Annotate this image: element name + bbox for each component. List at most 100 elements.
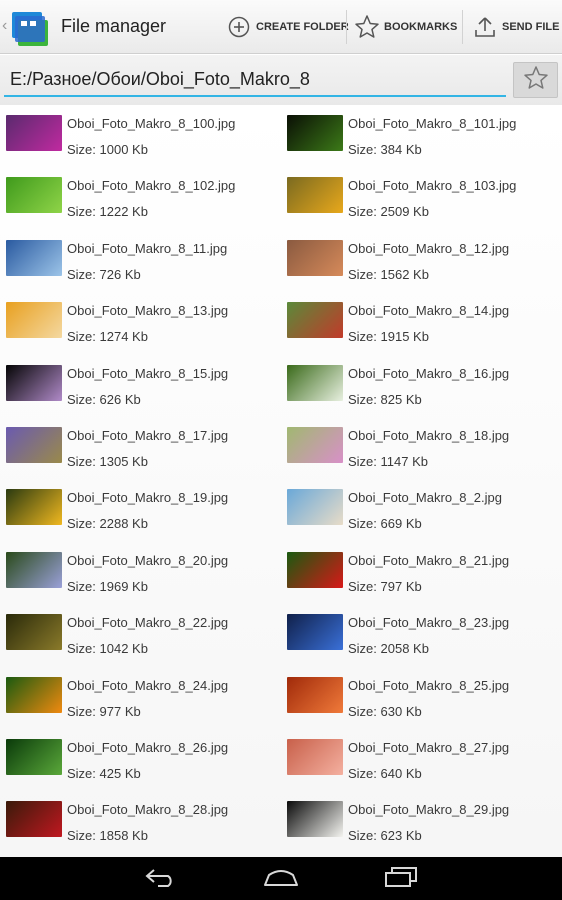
add-circle-icon — [226, 14, 252, 40]
file-size: Size: 1222 Kb — [67, 204, 148, 220]
file-name: Oboi_Foto_Makro_8_14.jpg — [348, 303, 510, 319]
file-size: Size: 669 Kb — [348, 516, 422, 532]
file-thumbnail — [287, 302, 343, 339]
file-size: Size: 1858 Kb — [67, 828, 148, 844]
divider — [346, 10, 347, 44]
file-thumbnail — [287, 177, 343, 214]
file-size: Size: 1274 Kb — [67, 329, 148, 345]
file-size: Size: 623 Kb — [348, 828, 422, 844]
file-item[interactable]: Oboi_Foto_Makro_8_26.jpg Size: 425 Kb — [0, 731, 281, 793]
bookmarks-button[interactable]: BOOKMARKS — [354, 0, 457, 54]
file-item[interactable]: Oboi_Foto_Makro_8_21.jpg Size: 797 Kb — [281, 544, 562, 606]
file-name: Oboi_Foto_Makro_8_26.jpg — [67, 739, 229, 755]
file-item[interactable]: Oboi_Foto_Makro_8_18.jpg Size: 1147 Kb — [281, 419, 562, 481]
file-item[interactable]: Oboi_Foto_Makro_8_28.jpg Size: 1858 Kb — [0, 793, 281, 855]
file-size: Size: 797 Kb — [348, 578, 422, 594]
file-item[interactable]: Oboi_Foto_Makro_8_20.jpg Size: 1969 Kb — [0, 544, 281, 606]
file-size: Size: 1562 Kb — [348, 266, 429, 282]
file-item[interactable]: Oboi_Foto_Makro_8_22.jpg Size: 1042 Kb — [0, 606, 281, 668]
back-icon — [144, 867, 178, 892]
app-icon[interactable] — [10, 6, 56, 48]
file-size: Size: 1000 Kb — [67, 142, 148, 157]
file-size: Size: 384 Kb — [348, 142, 422, 157]
file-thumbnail — [287, 801, 343, 838]
file-thumbnail — [287, 115, 343, 151]
file-name: Oboi_Foto_Makro_8_28.jpg — [67, 802, 229, 818]
file-name: Oboi_Foto_Makro_8_102.jpg — [67, 178, 236, 194]
divider — [462, 10, 463, 44]
file-size: Size: 726 Kb — [67, 266, 141, 282]
file-name: Oboi_Foto_Makro_8_19.jpg — [67, 490, 229, 506]
file-thumbnail — [287, 676, 343, 713]
file-size: Size: 977 Kb — [67, 703, 141, 719]
file-grid: Oboi_Foto_Makro_8_100.jpg Size: 1000 Kb Ob… — [0, 107, 562, 857]
file-name: Oboi_Foto_Makro_8_101.jpg — [348, 116, 517, 131]
file-item[interactable]: Oboi_Foto_Makro_8_27.jpg Size: 640 Kb — [281, 731, 562, 793]
file-thumbnail — [287, 489, 343, 526]
file-name: Oboi_Foto_Makro_8_20.jpg — [67, 552, 229, 568]
file-name: Oboi_Foto_Makro_8_16.jpg — [348, 365, 510, 381]
file-thumbnail — [6, 551, 62, 588]
upload-icon — [472, 14, 498, 40]
path-bar — [0, 55, 562, 105]
file-size: Size: 640 Kb — [348, 765, 422, 781]
file-name: Oboi_Foto_Makro_8_25.jpg — [348, 677, 510, 693]
file-thumbnail — [6, 426, 62, 463]
file-item[interactable]: Oboi_Foto_Makro_8_25.jpg Size: 630 Kb — [281, 669, 562, 731]
file-name: Oboi_Foto_Makro_8_12.jpg — [348, 240, 510, 256]
file-thumbnail — [6, 115, 62, 151]
bookmark-path-button[interactable] — [513, 62, 558, 98]
path-input[interactable] — [4, 63, 506, 97]
file-item[interactable]: Oboi_Foto_Makro_8_2.jpg Size: 669 Kb — [281, 481, 562, 543]
home-icon — [263, 867, 299, 892]
file-item[interactable]: Oboi_Foto_Makro_8_29.jpg Size: 623 Kb — [281, 793, 562, 855]
file-thumbnail — [6, 738, 62, 775]
file-name: Oboi_Foto_Makro_8_27.jpg — [348, 739, 510, 755]
file-name: Oboi_Foto_Makro_8_11.jpg — [67, 240, 228, 256]
send-file-button[interactable]: SEND FILE — [472, 0, 559, 54]
back-button[interactable] — [141, 865, 181, 893]
home-button[interactable] — [261, 865, 301, 893]
file-item[interactable]: Oboi_Foto_Makro_8_100.jpg Size: 1000 Kb — [0, 107, 281, 169]
file-item[interactable]: Oboi_Foto_Makro_8_101.jpg Size: 384 Kb — [281, 107, 562, 169]
file-name: Oboi_Foto_Makro_8_22.jpg — [67, 615, 229, 631]
file-thumbnail — [287, 738, 343, 775]
recent-apps-button[interactable] — [381, 865, 421, 893]
star-outline-icon — [354, 14, 380, 40]
file-name: Oboi_Foto_Makro_8_21.jpg — [348, 552, 510, 568]
file-item[interactable]: Oboi_Foto_Makro_8_17.jpg Size: 1305 Kb — [0, 419, 281, 481]
file-item[interactable]: Oboi_Foto_Makro_8_13.jpg Size: 1274 Kb — [0, 294, 281, 356]
action-bar: ‹ File manager CREATE FOLDER BOOKMARKS S… — [0, 0, 562, 54]
file-size: Size: 825 Kb — [348, 391, 422, 407]
file-item[interactable]: Oboi_Foto_Makro_8_12.jpg Size: 1562 Kb — [281, 232, 562, 294]
file-thumbnail — [6, 177, 62, 214]
file-size: Size: 1305 Kb — [67, 453, 148, 469]
file-item[interactable]: Oboi_Foto_Makro_8_103.jpg Size: 2509 Kb — [281, 169, 562, 231]
up-caret-icon[interactable]: ‹ — [2, 16, 10, 36]
file-item[interactable]: Oboi_Foto_Makro_8_15.jpg Size: 626 Kb — [0, 357, 281, 419]
file-item[interactable]: Oboi_Foto_Makro_8_16.jpg Size: 825 Kb — [281, 357, 562, 419]
create-folder-label: CREATE FOLDER — [256, 21, 349, 33]
file-thumbnail — [6, 489, 62, 526]
file-item[interactable]: Oboi_Foto_Makro_8_23.jpg Size: 2058 Kb — [281, 606, 562, 668]
file-name: Oboi_Foto_Makro_8_100.jpg — [67, 116, 236, 131]
file-thumbnail — [6, 302, 62, 339]
create-folder-button[interactable]: CREATE FOLDER — [226, 0, 349, 54]
file-size: Size: 630 Kb — [348, 703, 422, 719]
file-thumbnail — [287, 614, 343, 651]
file-item[interactable]: Oboi_Foto_Makro_8_14.jpg Size: 1915 Kb — [281, 294, 562, 356]
file-name: Oboi_Foto_Makro_8_29.jpg — [348, 802, 510, 818]
file-name: Oboi_Foto_Makro_8_18.jpg — [348, 427, 510, 443]
file-size: Size: 626 Kb — [67, 391, 141, 407]
app-title: File manager — [61, 16, 167, 36]
file-thumbnail — [6, 239, 62, 276]
file-size: Size: 2058 Kb — [348, 641, 429, 657]
file-item[interactable]: Oboi_Foto_Makro_8_102.jpg Size: 1222 Kb — [0, 169, 281, 231]
file-item[interactable]: Oboi_Foto_Makro_8_24.jpg Size: 977 Kb — [0, 669, 281, 731]
file-thumbnail — [6, 614, 62, 651]
file-item[interactable]: Oboi_Foto_Makro_8_11.jpg Size: 726 Kb — [0, 232, 281, 294]
navigation-bar — [0, 857, 562, 900]
file-item[interactable]: Oboi_Foto_Makro_8_19.jpg Size: 2288 Kb — [0, 481, 281, 543]
file-thumbnail — [287, 426, 343, 463]
bookmarks-label: BOOKMARKS — [384, 21, 458, 33]
